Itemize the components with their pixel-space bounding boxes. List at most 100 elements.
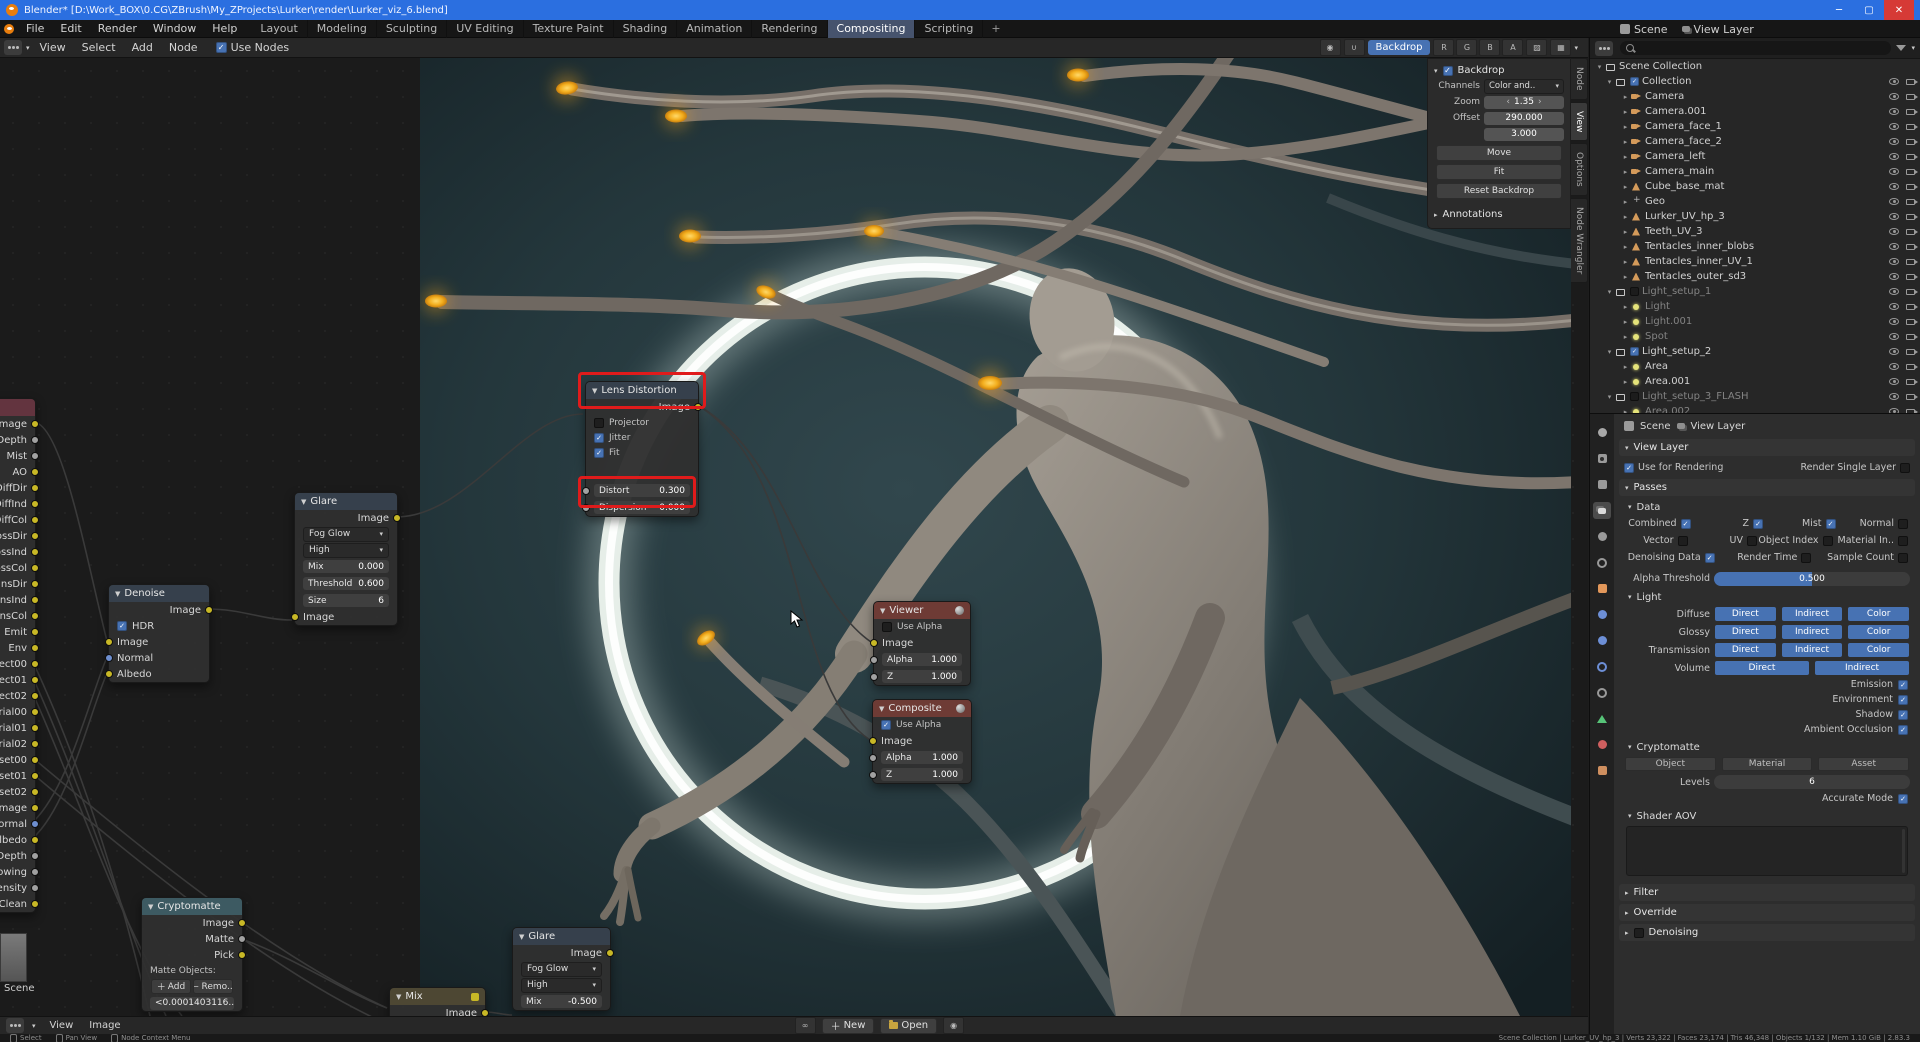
node-lens-distortion[interactable]: ▼ Lens Distortion Image Projector Jitter…: [582, 381, 702, 517]
collapse-caret-icon[interactable]: ▼: [115, 590, 120, 598]
output-socket[interactable]: [31, 676, 39, 684]
output-socket[interactable]: [31, 436, 39, 444]
disclosure-icon[interactable]: ▸: [1620, 228, 1631, 236]
input-socket[interactable]: [869, 737, 877, 745]
properties-tab[interactable]: [1593, 684, 1611, 701]
z-field[interactable]: Z 1.000: [882, 670, 962, 683]
output-socket[interactable]: [238, 951, 246, 959]
disclosure-icon[interactable]: ▸: [1620, 93, 1631, 101]
output-socket[interactable]: [31, 580, 39, 588]
properties-tab[interactable]: [1593, 554, 1611, 571]
disclosure-icon[interactable]: ▸: [1620, 138, 1631, 146]
output-socket[interactable]: [238, 919, 246, 927]
output-socket[interactable]: [31, 772, 39, 780]
workspace-tab[interactable]: Sculpting: [377, 19, 448, 38]
disclosure-icon[interactable]: ▾: [1604, 348, 1615, 356]
threshold-field[interactable]: Threshold 0.600: [303, 577, 389, 590]
hide-eye-icon[interactable]: [1889, 378, 1899, 385]
properties-tab[interactable]: [1593, 502, 1611, 519]
pass-checkbox[interactable]: [1825, 518, 1836, 529]
disable-render-icon[interactable]: [1906, 108, 1918, 115]
hide-eye-icon[interactable]: [1889, 273, 1899, 280]
output-socket[interactable]: [31, 852, 39, 860]
transmission-indirect-toggle[interactable]: Indirect: [1781, 643, 1843, 657]
node-editor-canvas[interactable]: Image Depth Mist AO: [0, 58, 1588, 1016]
hide-eye-icon[interactable]: [1889, 108, 1899, 115]
outliner-row[interactable]: ▸ Camera_main: [1590, 164, 1920, 179]
diffuse-color-toggle[interactable]: Color: [1848, 607, 1910, 621]
override-panel-header[interactable]: ▸ Override: [1619, 904, 1915, 921]
light-subpanel-header[interactable]: ▾ Light: [1618, 589, 1916, 605]
alpha-field[interactable]: Alpha 1.000: [882, 653, 962, 666]
collection-checkbox[interactable]: [1630, 77, 1639, 86]
outliner-row[interactable]: ▸ Tentacles_outer_sd3: [1590, 269, 1920, 284]
image-editor-type-button[interactable]: [6, 1018, 24, 1033]
node-viewer-header[interactable]: ▼ Viewer: [874, 602, 970, 619]
menu-item[interactable]: Edit: [52, 20, 89, 38]
node-glare-header[interactable]: ▼ Glare: [295, 493, 397, 510]
outliner-row[interactable]: ▸ Light: [1590, 299, 1920, 314]
node-render-layers-header[interactable]: [0, 399, 35, 416]
dispersion-field[interactable]: Dispersion 0.000: [594, 501, 690, 514]
add-workspace-button[interactable]: +: [983, 22, 1008, 35]
properties-tab[interactable]: [1593, 476, 1611, 493]
filter-panel-header[interactable]: ▸ Filter: [1619, 884, 1915, 901]
hide-eye-icon[interactable]: [1889, 333, 1899, 340]
link-icon[interactable]: ∞: [794, 1017, 816, 1034]
header-dropdown-caret-icon[interactable]: ▾: [1574, 44, 1578, 52]
workspace-tab[interactable]: Layout: [251, 19, 308, 38]
node-denoise-header[interactable]: ▼ Denoise: [109, 585, 209, 602]
outliner-row[interactable]: ▾ Scene Collection: [1590, 59, 1920, 74]
outliner-row[interactable]: ▸ Geo: [1590, 194, 1920, 209]
output-socket[interactable]: [31, 548, 39, 556]
pass-checkbox[interactable]: [1898, 694, 1908, 705]
sidebar-tab[interactable]: Node Wrangler: [1571, 197, 1588, 283]
outliner-row[interactable]: ▸ Spot: [1590, 329, 1920, 344]
workspace-tab[interactable]: Animation: [677, 19, 753, 38]
properties-tab[interactable]: [1593, 424, 1611, 441]
disclosure-icon[interactable]: ▸: [1620, 153, 1631, 161]
add-button[interactable]: ＋ Add: [151, 979, 191, 994]
properties-tab[interactable]: [1593, 632, 1611, 649]
disclosure-icon[interactable]: ▸: [1620, 303, 1631, 311]
cryptomatte-mode-toggle[interactable]: Object: [1625, 757, 1716, 771]
outliner-row[interactable]: ▸ Cube_base_mat: [1590, 179, 1920, 194]
sidebar-tab[interactable]: Options: [1571, 142, 1588, 196]
output-socket[interactable]: [31, 788, 39, 796]
outliner-search-input[interactable]: [1620, 41, 1892, 55]
open-image-button[interactable]: Open: [880, 1017, 938, 1034]
pass-checkbox[interactable]: [1898, 518, 1908, 529]
disclosure-icon[interactable]: ▸: [1620, 258, 1631, 266]
menu-item[interactable]: Add: [124, 39, 161, 57]
properties-tab[interactable]: [1593, 762, 1611, 779]
output-socket[interactable]: [205, 606, 213, 614]
fit-row[interactable]: Fit: [586, 445, 698, 460]
hide-eye-icon[interactable]: [1889, 228, 1899, 235]
disclosure-icon[interactable]: ▸: [1620, 123, 1631, 131]
output-socket[interactable]: [31, 452, 39, 460]
mix-field[interactable]: Mix -0.500: [521, 995, 602, 1008]
backdrop-checkbox[interactable]: [1442, 65, 1453, 76]
disable-render-icon[interactable]: [1906, 258, 1918, 265]
collapse-caret-icon[interactable]: ▼: [148, 903, 153, 911]
output-socket[interactable]: [31, 484, 39, 492]
disclosure-icon[interactable]: ▸: [1620, 243, 1631, 251]
mix-field[interactable]: Mix 0.000: [303, 560, 389, 573]
node-cryptomatte[interactable]: ▼ Cryptomatte Image Matte Pick Matte Obj…: [141, 897, 246, 1012]
disable-render-icon[interactable]: [1906, 333, 1918, 340]
outliner-editor-type-button[interactable]: [1595, 40, 1613, 56]
workspace-tab[interactable]: Scripting: [915, 19, 984, 38]
properties-tab[interactable]: [1593, 450, 1611, 467]
output-socket[interactable]: [31, 420, 39, 428]
input-socket[interactable]: [870, 672, 878, 681]
channels-dropdown[interactable]: Color and.. ▾: [1484, 78, 1564, 94]
properties-tab[interactable]: [1593, 736, 1611, 753]
disable-render-icon[interactable]: [1906, 123, 1918, 130]
menu-item[interactable]: Node: [161, 39, 206, 57]
disable-render-icon[interactable]: [1906, 198, 1918, 205]
hdr-checkbox[interactable]: [117, 621, 127, 631]
node-render-layers[interactable]: Image Depth Mist AO: [0, 398, 39, 913]
output-socket[interactable]: [31, 500, 39, 508]
workspace-tab[interactable]: Modeling: [308, 19, 377, 38]
output-socket[interactable]: [31, 644, 39, 652]
